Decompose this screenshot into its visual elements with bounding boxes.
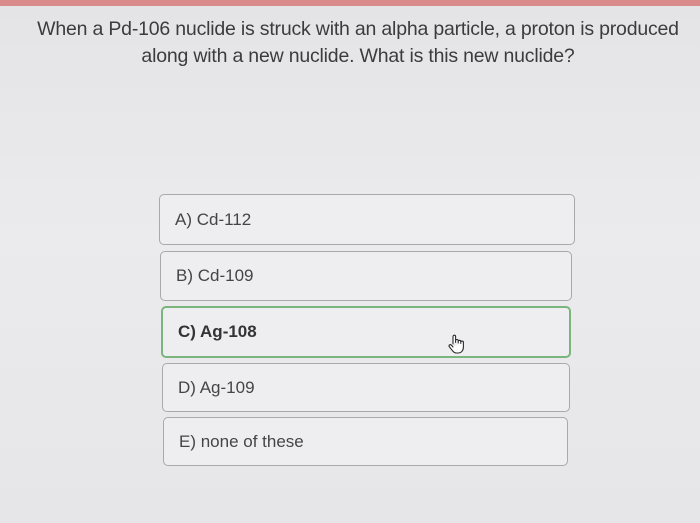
option-e[interactable]: E) none of these bbox=[163, 417, 568, 466]
option-a[interactable]: A) Cd-112 bbox=[159, 194, 575, 245]
option-c-label: C) Ag-108 bbox=[178, 322, 257, 341]
option-e-label: E) none of these bbox=[179, 431, 304, 451]
option-d-label: D) Ag-109 bbox=[178, 377, 255, 397]
top-accent-bar bbox=[0, 0, 700, 6]
question-text: When a Pd-106 nuclide is struck with an … bbox=[28, 16, 688, 70]
hand-pointer-icon bbox=[448, 334, 464, 354]
option-b-label: B) Cd-109 bbox=[176, 266, 254, 285]
option-b[interactable]: B) Cd-109 bbox=[160, 251, 572, 301]
question-line-2: along with a new nuclide. What is this n… bbox=[141, 45, 575, 67]
option-c[interactable]: C) Ag-108 bbox=[161, 306, 571, 358]
option-a-label: A) Cd-112 bbox=[175, 209, 252, 229]
question-line-1: When a Pd-106 nuclide is struck with an … bbox=[37, 18, 679, 40]
option-d[interactable]: D) Ag-109 bbox=[162, 363, 570, 412]
